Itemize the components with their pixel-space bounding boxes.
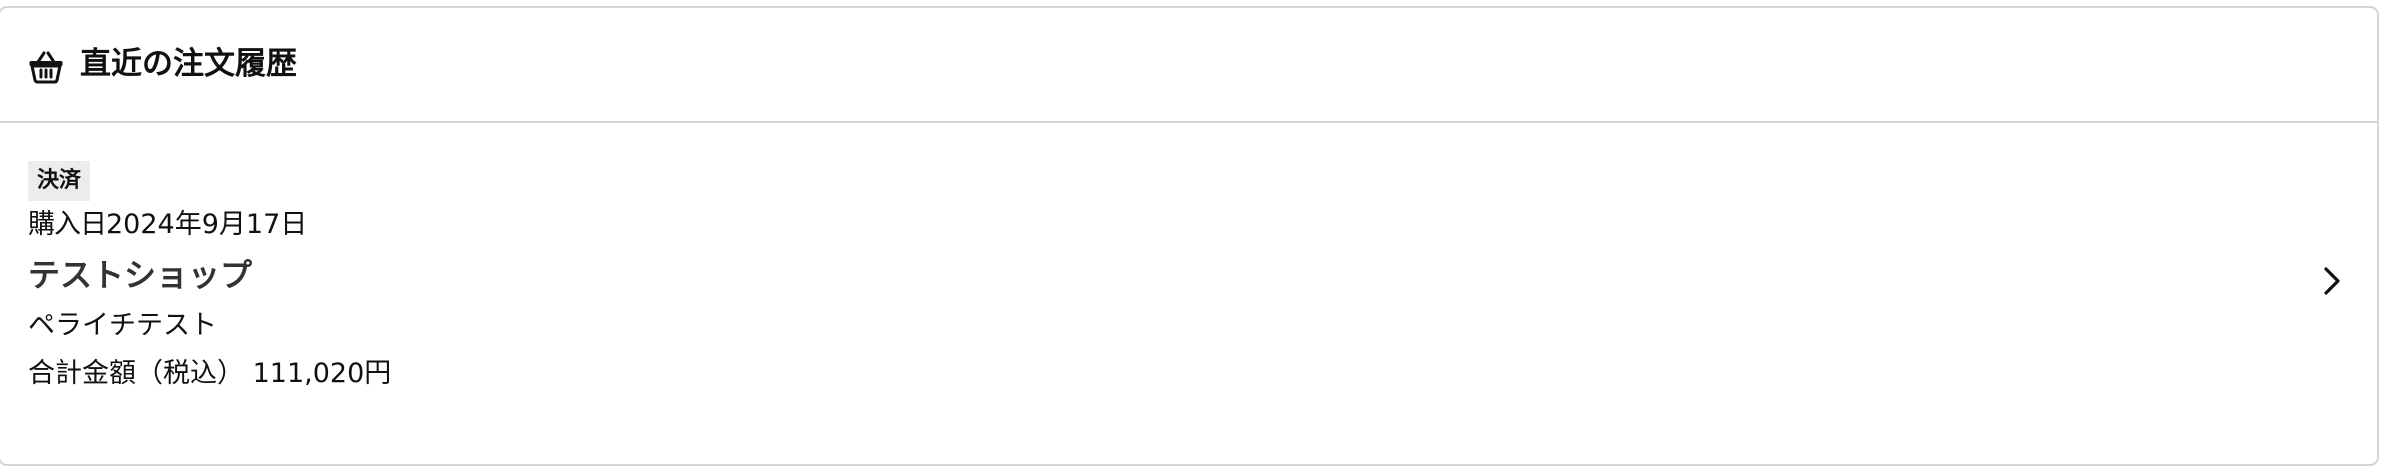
total-amount-label: 合計金額（税込） — [28, 358, 244, 389]
shop-name: テストショップ — [28, 256, 253, 294]
recent-orders-card: 直近の注文履歴 決済 購入日2024年9月17日 テストショップ ペライチテスト… — [0, 6, 2379, 466]
basket-icon — [28, 48, 64, 84]
card-title: 直近の注文履歴 — [80, 46, 297, 82]
chevron-right-icon[interactable] — [2318, 263, 2346, 299]
product-name: ペライチテスト — [28, 310, 217, 341]
purchase-date: 購入日2024年9月17日 — [28, 207, 307, 243]
status-badge: 決済 — [28, 161, 91, 201]
card-header: 直近の注文履歴 — [0, 8, 2377, 123]
total-amount: 合計金額（税込） 111,020円 — [28, 356, 391, 392]
purchase-date-value: 2024年9月17日 — [106, 209, 308, 240]
order-list-item[interactable]: 決済 購入日2024年9月17日 テストショップ ペライチテスト 合計金額（税込… — [0, 123, 2377, 453]
total-amount-value: 111,020円 — [252, 358, 392, 389]
purchase-date-label: 購入日 — [28, 209, 107, 240]
